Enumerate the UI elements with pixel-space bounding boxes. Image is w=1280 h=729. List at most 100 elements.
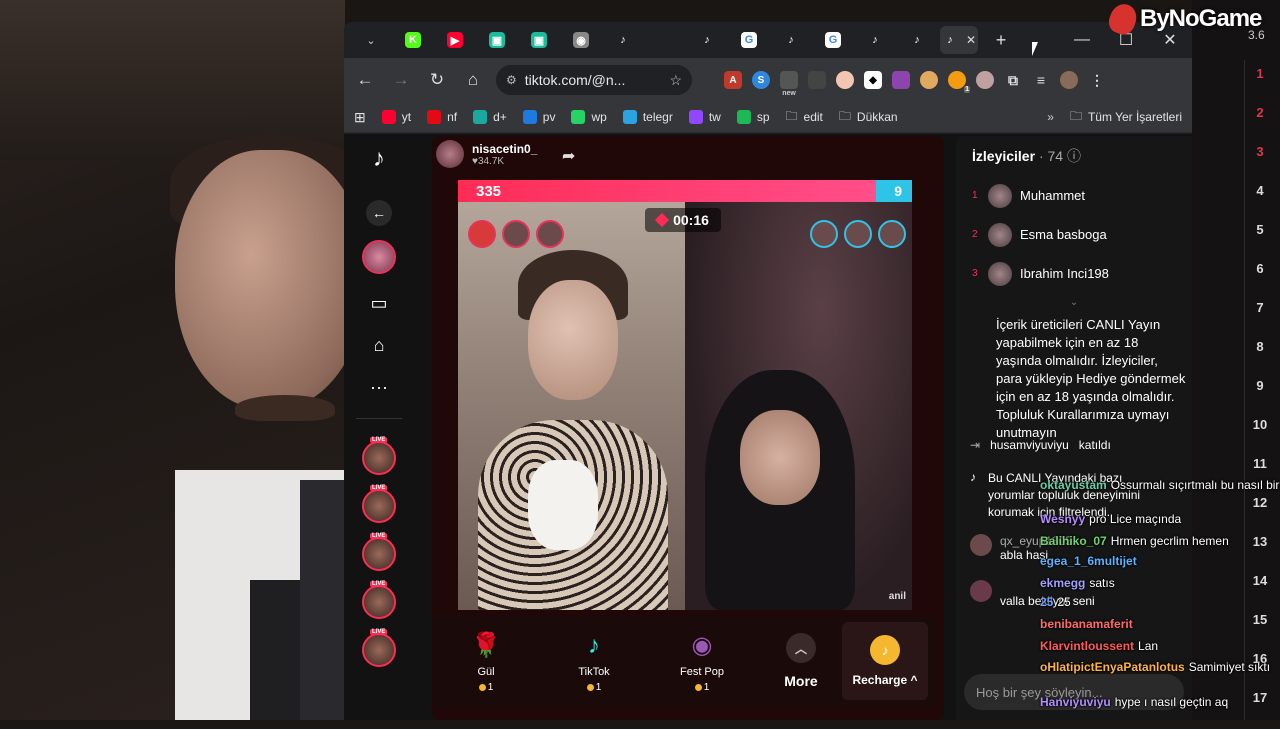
bookmark-nf[interactable]: nf	[427, 107, 457, 128]
gifter-avatar[interactable]	[502, 220, 530, 248]
browser-tab[interactable]: ▣	[520, 26, 558, 54]
battle-video[interactable]: 335 9 00:16 anil	[458, 180, 912, 610]
extension-icon[interactable]: ◆	[864, 71, 882, 89]
gifter-avatar[interactable]	[536, 220, 564, 248]
live-user-avatar[interactable]: LIVE	[362, 629, 396, 667]
browser-menu-icon[interactable]: ⋮	[1088, 71, 1106, 89]
gift-item[interactable]: ♪ TikTok 1	[540, 630, 648, 693]
overlay-chat-message: Balihiko_07 Hrmen gecrlim hemen	[1040, 534, 1229, 548]
extension-icon[interactable]: S	[752, 71, 770, 89]
viewer-avatar[interactable]	[988, 222, 1012, 247]
bookmark-wp[interactable]: wp	[571, 107, 607, 128]
site-settings-icon[interactable]: ⚙	[506, 73, 517, 87]
top-viewer-row[interactable]: 3 Ibrahim Inci198	[956, 254, 1192, 293]
extension-icon[interactable]	[920, 71, 938, 89]
browser-tab[interactable]: ♪	[604, 26, 642, 54]
joined-username[interactable]: husamviyuviyu	[990, 438, 1069, 452]
gift-item[interactable]: ◉ Fest Pop 1	[648, 630, 756, 693]
bookmark-telegr[interactable]: telegr	[622, 107, 673, 128]
bookmark-pv[interactable]: pv	[522, 107, 555, 128]
join-icon: ⇥	[970, 438, 981, 452]
chat-avatar[interactable]	[970, 534, 992, 556]
explore-icon[interactable]: ⌂	[366, 332, 392, 358]
bookmark-Dükkan[interactable]: 🗀 Dükkan	[839, 107, 898, 128]
live-camera-icon[interactable]: ▭	[366, 290, 392, 316]
browser-tab[interactable]: ▣	[478, 26, 516, 54]
extension-icon[interactable]: 1	[948, 71, 970, 93]
more-gifts-button[interactable]: ︿ More	[756, 633, 846, 689]
bookmark-star-icon[interactable]: ☆	[669, 72, 682, 89]
forward-button[interactable]: →	[388, 67, 414, 93]
profile-avatar[interactable]	[362, 240, 396, 274]
gifter-avatar[interactable]	[810, 220, 838, 248]
share-icon[interactable]: ➦	[562, 146, 575, 166]
extension-icon[interactable]	[892, 71, 910, 89]
recharge-button[interactable]: ♪ Recharge ^	[842, 622, 928, 700]
tab-search-button[interactable]: ⌄	[352, 26, 390, 54]
gift-item[interactable]: 🌹 Gül 1	[432, 630, 540, 693]
live-user-avatar[interactable]: LIVE	[362, 581, 396, 619]
bookmark-yt[interactable]: yt	[381, 107, 411, 128]
all-bookmarks-folder[interactable]: 🗀 Tüm Yer İşaretleri	[1070, 107, 1182, 128]
extensions-puzzle-icon[interactable]: ⧉	[1004, 71, 1022, 89]
address-bar[interactable]: ⚙ tiktok.com/@n... ☆	[496, 65, 692, 95]
bookmark-sp[interactable]: sp	[736, 107, 770, 128]
reload-button[interactable]: ↻	[424, 67, 450, 93]
gifter-avatar[interactable]	[878, 220, 906, 248]
back-arrow-icon[interactable]: ←	[366, 200, 392, 226]
overlay-chat-username: ekmegg	[1040, 576, 1086, 590]
expand-viewers-icon[interactable]: ⌄	[956, 297, 1192, 308]
browser-tab[interactable]: ♪	[688, 26, 726, 54]
minimize-button[interactable]: —	[1060, 22, 1104, 58]
home-button[interactable]: ⌂	[460, 67, 486, 93]
live-user-avatar[interactable]: LIVE	[362, 437, 396, 475]
bookmark-d+[interactable]: d+	[473, 107, 507, 128]
viewer-name[interactable]: Muhammet	[1020, 188, 1085, 203]
streamer-username[interactable]: nisacetin0_	[472, 142, 537, 156]
gifter-avatar[interactable]	[844, 220, 872, 248]
live-user-avatar[interactable]: LIVE	[362, 485, 396, 523]
gift-price: 1	[478, 682, 493, 693]
viewer-avatar[interactable]	[988, 183, 1012, 208]
browser-tab[interactable]: ♪ ✕	[940, 26, 978, 54]
top-viewer-row[interactable]: 1 Muhammet	[956, 176, 1192, 215]
viewer-name[interactable]: Esma basboga	[1020, 227, 1107, 242]
profile-avatar[interactable]	[1060, 71, 1078, 89]
tiktok-logo-icon[interactable]: ♪	[366, 145, 392, 172]
adblock-extension-icon[interactable]: A	[724, 71, 742, 89]
extension-icon[interactable]	[836, 71, 854, 89]
browser-tab[interactable]	[646, 26, 684, 54]
browser-tab[interactable]: ◉	[562, 26, 600, 54]
browser-tab[interactable]: ♪	[772, 26, 810, 54]
close-tab-icon[interactable]: ✕	[966, 33, 976, 47]
back-button[interactable]: ←	[352, 67, 378, 93]
streamer-likes: ♥34.7K	[472, 155, 505, 167]
browser-tab[interactable]: K	[394, 26, 432, 54]
top-viewer-row[interactable]: 2 Esma basboga	[956, 215, 1192, 254]
more-dots-icon[interactable]: ···	[366, 374, 392, 400]
live-user-avatar[interactable]: LIVE	[362, 533, 396, 571]
gifter-avatar[interactable]	[468, 220, 496, 248]
browser-tab[interactable]: ♪	[898, 26, 936, 54]
extension-icon[interactable]	[808, 71, 826, 89]
viewer-avatar[interactable]	[988, 261, 1012, 286]
chat-avatar[interactable]	[970, 580, 992, 602]
streamer-avatar[interactable]	[436, 140, 464, 168]
bookmark-edit[interactable]: 🗀 edit	[786, 107, 823, 128]
score-left: 335	[458, 180, 876, 202]
browser-tab[interactable]: G	[814, 26, 852, 54]
streamer-info[interactable]: nisacetin0_ ♥34.7K	[436, 140, 537, 168]
bookmark-tw[interactable]: tw	[688, 107, 721, 128]
browser-tab[interactable]: ♪	[856, 26, 894, 54]
browser-tab[interactable]: ▶	[436, 26, 474, 54]
browser-tab[interactable]: G	[730, 26, 768, 54]
bookmarks-overflow-icon[interactable]: »	[1047, 110, 1054, 124]
media-control-icon[interactable]: ≡	[1032, 71, 1050, 89]
new-extension-icon[interactable]: new	[780, 71, 798, 97]
apps-grid-icon[interactable]: ⊞	[354, 109, 366, 126]
info-icon[interactable]: ⓘ	[1067, 148, 1081, 164]
bookmark-icon	[571, 110, 586, 124]
extension-icon[interactable]	[976, 71, 994, 89]
new-tab-button[interactable]: +	[982, 26, 1020, 54]
viewer-name[interactable]: Ibrahim Inci198	[1020, 266, 1109, 281]
